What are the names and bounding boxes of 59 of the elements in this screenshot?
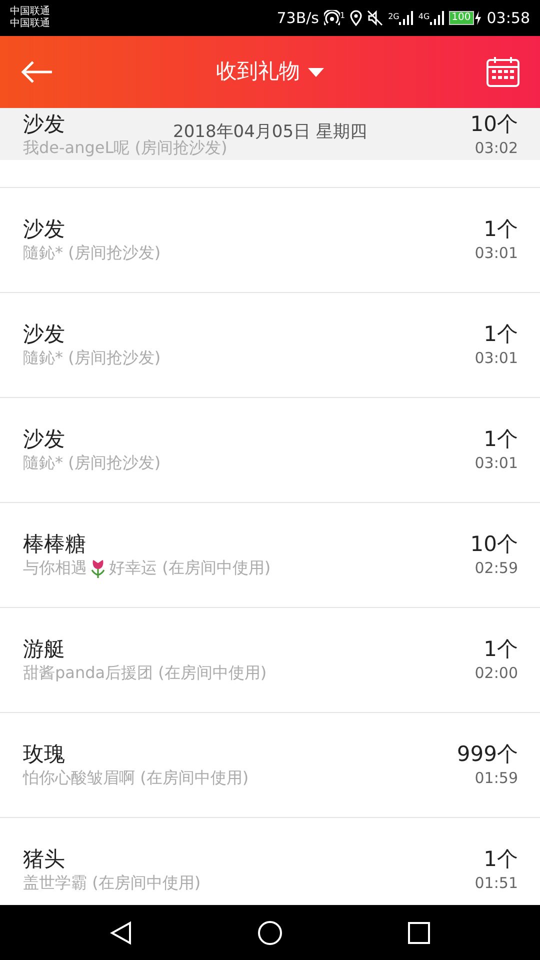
title-dropdown[interactable]: 收到礼物: [216, 56, 324, 88]
gift-name: 沙发: [23, 321, 65, 347]
gift-time: 03:02: [474, 138, 518, 159]
gift-row[interactable]: 沙发 隨鈊* (房间抢沙发) 1个 03:01: [0, 398, 540, 503]
sender-text: 隨鈊* (房间抢沙发): [23, 452, 161, 474]
sender-text: 隨鈊* (房间抢沙发): [23, 347, 161, 369]
caret-icon: [308, 68, 324, 76]
gift-count: 10个: [470, 111, 518, 137]
gift-count: 1个: [482, 846, 518, 872]
network-type: 2G: [388, 11, 400, 23]
tulip-icon: [90, 558, 106, 578]
hotspot-icon: [324, 10, 340, 26]
calendar-icon[interactable]: [486, 56, 520, 88]
gift-name: 玫瑰: [23, 741, 65, 767]
signal-icon: [399, 11, 414, 25]
gift-count: 999个: [456, 741, 518, 767]
battery-level: 100: [448, 11, 474, 25]
gift-count: 1个: [482, 216, 518, 242]
gift-time: 03:01: [474, 243, 518, 264]
gift-row[interactable]: 玫瑰 怕你心酸皱眉啊 (在房间中使用) 999个 01:59: [0, 713, 540, 818]
carrier-name: 中国联通: [10, 18, 50, 30]
gift-row[interactable]: 棒棒糖 与你相遇 好幸运 (在房间中使用) 10个 02:59: [0, 503, 540, 608]
network-speed: 73B/s: [276, 8, 319, 29]
gift-name: 沙发: [23, 216, 65, 242]
gift-time: 02:59: [474, 558, 518, 579]
gift-name: 沙发: [23, 111, 65, 137]
gift-count: 1个: [482, 426, 518, 452]
gift-row[interactable]: 游艇 甜酱panda后援团 (在房间中使用) 1个 02:00: [0, 608, 540, 713]
gift-name: 猪头: [23, 846, 65, 872]
gift-name: 沙发: [23, 426, 65, 452]
gift-time: 02:00: [474, 663, 518, 684]
gift-count: 1个: [482, 321, 518, 347]
sender-text: 隨鈊* (房间抢沙发): [23, 242, 161, 264]
gift-count: 1个: [482, 636, 518, 662]
carrier-name: 中国联通: [10, 6, 50, 18]
mute-icon: [367, 10, 384, 26]
gift-name: 棒棒糖: [23, 531, 86, 557]
network-type: 4G: [418, 11, 430, 23]
gift-time: 03:01: [474, 453, 518, 474]
sender-text: 与你相遇: [23, 557, 87, 579]
recents-icon[interactable]: [408, 922, 430, 944]
gift-row[interactable]: 沙发 隨鈊* (房间抢沙发) 1个 03:01: [0, 293, 540, 398]
sender-text: 盖世学霸 (在房间中使用): [23, 872, 201, 894]
sender-text: 甜酱panda后援团 (在房间中使用): [23, 662, 267, 684]
location-icon: [350, 10, 362, 26]
sender-text: 怕你心酸皱眉啊 (在房间中使用): [23, 767, 249, 789]
back-icon[interactable]: [110, 920, 132, 944]
clock-time: 03:58: [486, 8, 530, 29]
signal-icon: [430, 11, 444, 25]
gift-time: 01:51: [474, 873, 518, 894]
gift-count: 10个: [470, 531, 518, 557]
gift-row[interactable]: 沙发 隨鈊* (房间抢沙发) 1个 03:01: [0, 188, 540, 293]
hotspot-count: 1: [340, 10, 346, 22]
gift-time: 03:01: [474, 348, 518, 369]
sender-text: 我de-angeL呢 (房间抢沙发): [23, 138, 228, 159]
sender-text: 好幸运 (在房间中使用): [109, 557, 271, 579]
gift-name: 游艇: [23, 636, 65, 662]
gift-time: 01:59: [474, 768, 518, 789]
home-icon[interactable]: [256, 920, 283, 946]
